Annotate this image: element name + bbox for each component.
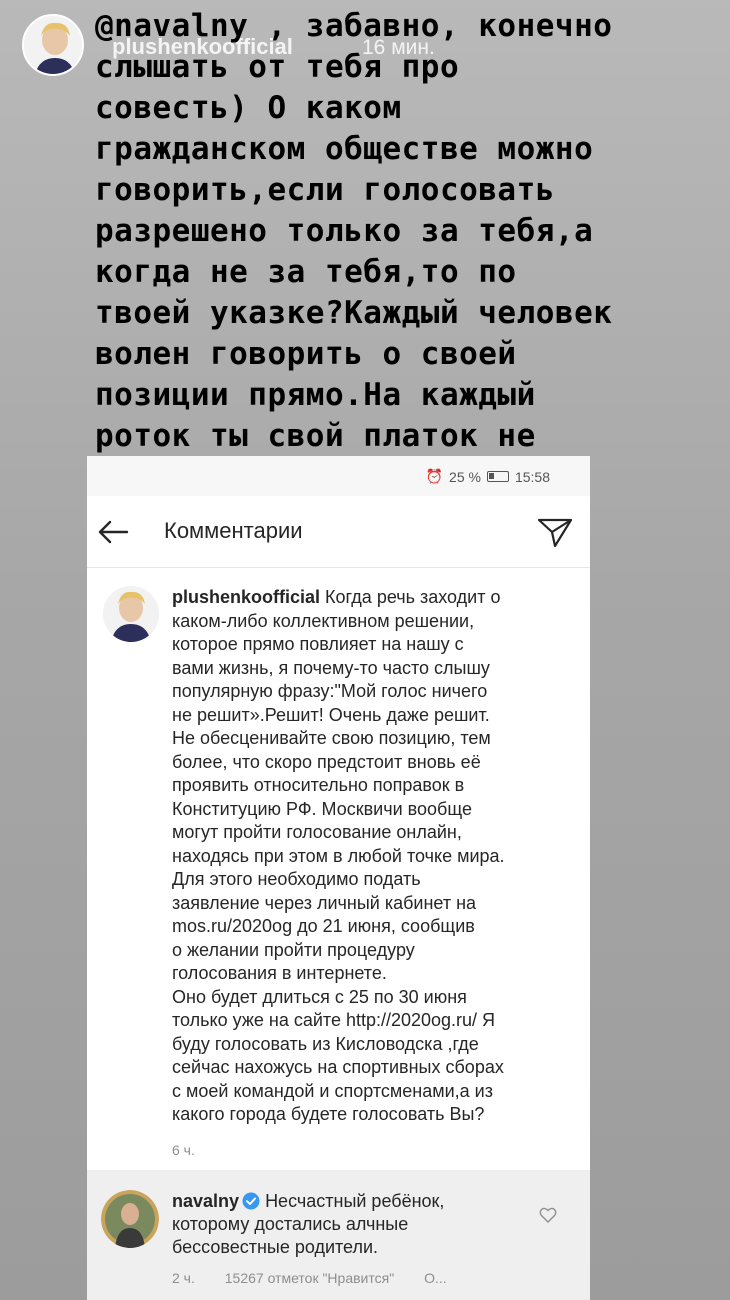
likes-count[interactable]: 15267 отметок "Нравится" [225, 1270, 394, 1286]
story-text-line: гражданском обществе можно [95, 131, 594, 167]
reply-body: navalny Несчастный ребёнок, которому дос… [172, 1190, 542, 1259]
status-clock: 15:58 [514, 468, 550, 485]
story-text-line: совесть) О каком [95, 90, 402, 126]
reply-comment: navalny Несчастный ребёнок, которому дос… [87, 1170, 590, 1300]
story-text-line: говорить,если голосовать [95, 172, 555, 208]
battery-icon [486, 471, 509, 482]
story-text: @navalny , забавно, конечно слышать от т… [95, 6, 695, 498]
avatar[interactable] [103, 586, 159, 642]
comment-text: Когда речь заходит о каком-либо коллекти… [172, 587, 505, 1124]
reply-meta: 2 ч. 15267 отметок "Нравится" О... [172, 1270, 473, 1286]
avatar[interactable] [101, 1190, 159, 1248]
alarm-icon: ⏰ [425, 468, 444, 484]
page-title: Комментарии [164, 518, 303, 543]
comment-timestamp: 6 ч. [172, 1142, 195, 1158]
caption-comment: plushenkoofficial Когда речь заходит о к… [87, 568, 590, 1158]
embedded-screenshot: ⏰ 25 % 15:58 Комментарии plushenkooffici… [87, 456, 590, 1300]
comment-body: plushenkoofficial Когда речь заходит о к… [172, 586, 567, 1127]
story-text-line: волен говорить о своей [95, 336, 517, 372]
status-bar: ⏰ 25 % 15:58 [87, 456, 590, 496]
story-text-line: твоей указке?Каждый человек [95, 295, 613, 331]
status-indicators: ⏰ 25 % 15:58 [426, 468, 550, 485]
verified-badge-icon [242, 1192, 260, 1210]
reply-username[interactable]: navalny [172, 1191, 239, 1211]
story-text-line: позиции прямо.На каждый [95, 377, 536, 413]
heart-icon[interactable] [539, 1206, 557, 1224]
direct-send-icon[interactable] [535, 512, 575, 552]
comment-username[interactable]: plushenkoofficial [172, 587, 320, 607]
story-avatar[interactable] [22, 14, 84, 76]
reply-button[interactable]: О... [424, 1270, 447, 1286]
story-text-line: разрешено только за тебя,а [95, 213, 594, 249]
story-text-line: слышать от тебя про [95, 49, 460, 85]
reply-timestamp: 2 ч. [172, 1270, 195, 1286]
story-text-line: @navalny , забавно, конечно [95, 8, 613, 44]
comments-header: Комментарии [87, 496, 590, 568]
story-text-line: роток ты свой платок не [95, 418, 536, 454]
back-arrow-icon[interactable] [95, 514, 131, 550]
story-text-line: когда не за тебя,то по [95, 254, 517, 290]
battery-percent: 25 % [449, 468, 481, 485]
